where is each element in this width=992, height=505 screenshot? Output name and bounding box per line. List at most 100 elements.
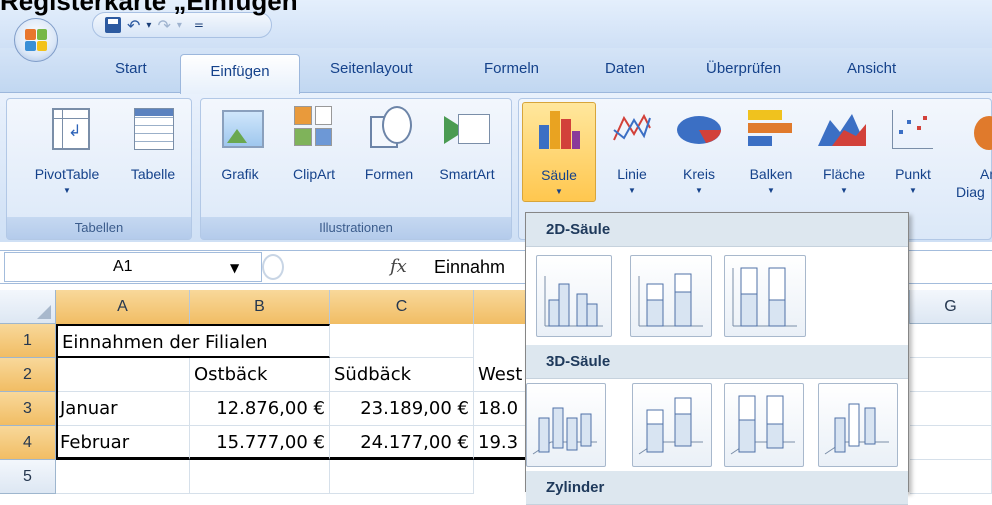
dropdown-arrow-icon: ▼	[628, 186, 636, 195]
smartart-icon	[444, 112, 490, 144]
clipart-button[interactable]: ClipArt	[280, 102, 348, 202]
pivottable-label: PivotTable	[34, 166, 100, 182]
smartart-button[interactable]: SmartArt	[428, 102, 506, 202]
customize-qat-icon[interactable]: =	[194, 18, 204, 32]
cell-a1[interactable]: Einnahmen der Filialen	[56, 324, 330, 358]
select-all-corner[interactable]	[0, 290, 56, 324]
area-chart-icon	[818, 114, 866, 146]
linie-label: Linie	[617, 166, 647, 182]
smartart-label: SmartArt	[439, 166, 495, 182]
grafik-button[interactable]: Grafik	[210, 102, 270, 202]
andere-label-1: An	[980, 166, 992, 182]
redo-dropdown-icon[interactable]: ▾	[177, 20, 182, 31]
column-header-c[interactable]: C	[330, 290, 474, 324]
pivottable-button[interactable]: ↲ PivotTable ▼	[22, 102, 112, 202]
cell-c1[interactable]	[330, 324, 474, 358]
row-header-2[interactable]: 2	[0, 358, 56, 392]
linie-button[interactable]: Linie ▼	[602, 102, 662, 202]
pivottable-icon: ↲	[52, 108, 90, 150]
column-chart-icon	[539, 109, 581, 149]
cell-b2[interactable]: Ostbäck	[190, 358, 330, 392]
grafik-label: Grafik	[221, 166, 259, 182]
flaeche-label: Fläche	[822, 166, 866, 182]
section-2d-saeule: 2D-Säule	[526, 213, 908, 247]
3d-stacked-column-option[interactable]	[632, 383, 712, 467]
tab-seitenlayout[interactable]: Seitenlayout	[330, 60, 413, 86]
tab-formeln[interactable]: Formeln	[484, 60, 539, 86]
3d-100-stacked-column-option[interactable]	[724, 383, 804, 467]
tab-daten[interactable]: Daten	[605, 60, 645, 86]
flaeche-button[interactable]: Fläche ▼	[810, 102, 878, 202]
clipart-icon	[294, 106, 332, 146]
2d-100-stacked-column-option[interactable]	[724, 255, 806, 337]
cell-c3[interactable]: 23.189,00 €	[330, 392, 474, 426]
dropdown-arrow-icon: ▼	[555, 187, 563, 196]
cell-a5[interactable]	[56, 460, 190, 494]
andere-diagramme-button[interactable]: An Diag	[950, 102, 992, 202]
cell-c2[interactable]: Südbäck	[330, 358, 474, 392]
punkt-label: Punkt	[895, 166, 931, 182]
page-heading: Registerkarte „Einfügen“	[0, 0, 311, 16]
3d-clustered-column-option[interactable]	[526, 383, 606, 467]
shapes-icon	[370, 106, 412, 148]
cell-g-column[interactable]	[910, 324, 992, 494]
andere-label-2: Diag	[956, 184, 985, 200]
formen-button[interactable]: Formen	[352, 102, 426, 202]
name-box[interactable]: A1	[4, 252, 262, 282]
tab-einfuegen[interactable]: Einfügen	[180, 54, 300, 94]
cell-b4[interactable]: 15.777,00 €	[190, 426, 330, 460]
picture-icon	[222, 110, 264, 148]
dropdown-arrow-icon: ▼	[909, 186, 917, 195]
2d-stacked-column-option[interactable]	[630, 255, 712, 337]
undo-icon[interactable]: ↶	[127, 16, 140, 35]
tab-ueberpruefen[interactable]: Überprüfen	[706, 60, 781, 86]
selection-border-left	[56, 324, 58, 460]
row-header-1[interactable]: 1	[0, 324, 56, 358]
tabelle-label: Tabelle	[130, 166, 176, 182]
section-zylinder: Zylinder	[526, 471, 908, 505]
kreis-button[interactable]: Kreis ▼	[666, 102, 732, 202]
row-header-4[interactable]: 4	[0, 426, 56, 460]
other-chart-icon	[974, 116, 992, 150]
group-label: Illustrationen	[201, 217, 511, 239]
cell-a4[interactable]: Februar	[56, 426, 190, 460]
balken-label: Balken	[749, 166, 793, 182]
row-header-3[interactable]: 3	[0, 392, 56, 426]
cell-a3[interactable]: Januar	[56, 392, 190, 426]
saeule-button[interactable]: Säule ▼	[522, 102, 596, 202]
column-chart-gallery: 2D-Säule 3D-Säule Zylinder	[525, 212, 909, 505]
tabelle-button[interactable]: Tabelle	[118, 102, 188, 202]
bar-chart-icon	[748, 110, 794, 148]
cell-c5[interactable]	[330, 460, 474, 494]
tab-ansicht[interactable]: Ansicht	[847, 60, 896, 86]
2d-clustered-column-option[interactable]	[536, 255, 612, 337]
tab-start[interactable]: Start	[115, 60, 147, 86]
column-header-a[interactable]: A	[56, 290, 190, 324]
insert-function-icon[interactable]: fx	[390, 256, 407, 277]
saeule-label: Säule	[541, 167, 577, 183]
group-label: Tabellen	[7, 217, 191, 239]
dropdown-arrow-icon: ▼	[840, 186, 848, 195]
cell-c4[interactable]: 24.177,00 €	[330, 426, 474, 460]
cell-b5[interactable]	[190, 460, 330, 494]
pie-chart-icon	[677, 116, 721, 144]
kreis-label: Kreis	[683, 166, 715, 182]
column-header-g[interactable]: G	[910, 290, 992, 324]
scatter-chart-icon	[892, 110, 933, 149]
section-3d-saeule: 3D-Säule	[526, 345, 908, 379]
redo-icon[interactable]: ↷	[157, 16, 170, 35]
save-icon[interactable]	[105, 17, 121, 33]
cell-b3[interactable]: 12.876,00 €	[190, 392, 330, 426]
3d-column-option[interactable]	[818, 383, 898, 467]
row-header-5[interactable]: 5	[0, 460, 56, 494]
cell-a2[interactable]	[56, 358, 190, 392]
undo-dropdown-icon[interactable]: ▾	[146, 20, 151, 31]
punkt-button[interactable]: Punkt ▼	[882, 102, 944, 202]
formula-input[interactable]: Einnahm	[434, 252, 505, 282]
column-header-b[interactable]: B	[190, 290, 330, 324]
line-chart-icon	[613, 113, 651, 141]
office-button[interactable]	[14, 18, 58, 62]
office-logo-icon	[25, 29, 47, 51]
name-box-dropdown-icon[interactable]: ▼	[230, 254, 239, 282]
balken-button[interactable]: Balken ▼	[736, 102, 806, 202]
